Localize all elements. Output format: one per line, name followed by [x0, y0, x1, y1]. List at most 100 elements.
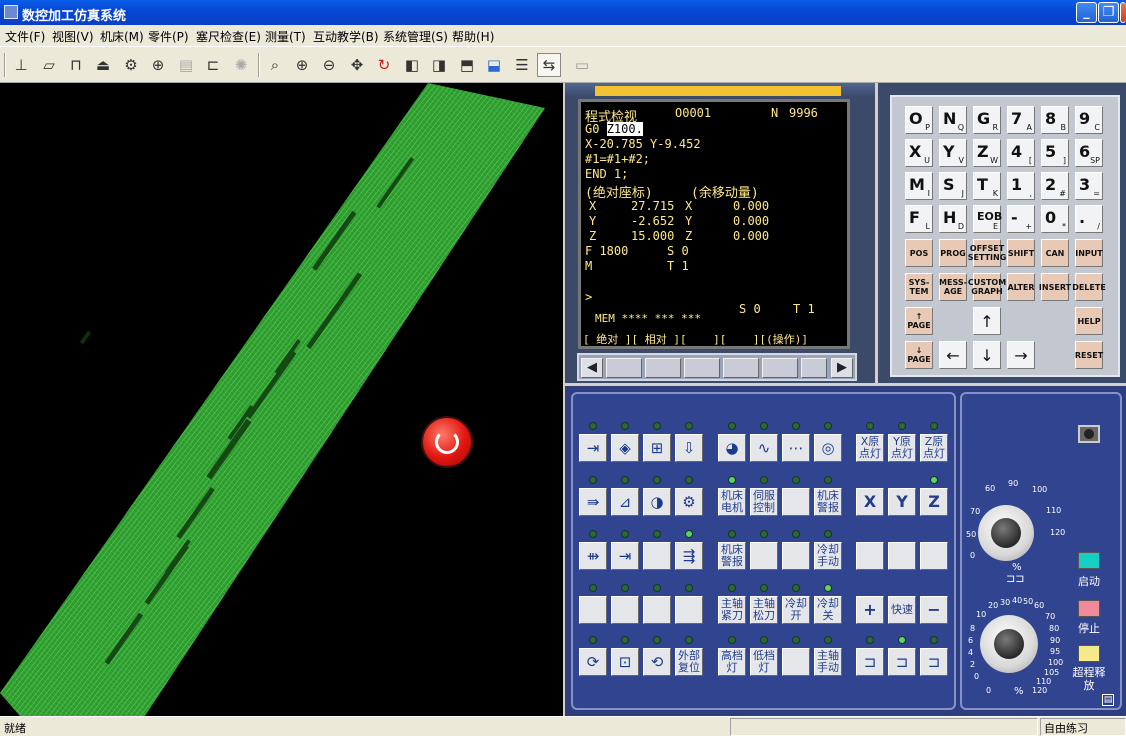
- key-message[interactable]: MESS-AGE: [939, 273, 967, 301]
- high-gear-lamp[interactable]: 高档灯: [718, 648, 746, 676]
- feed-hold-button[interactable]: ⇥: [611, 542, 639, 570]
- key-8[interactable]: 8B: [1041, 106, 1069, 134]
- display-icon[interactable]: ▭: [570, 53, 594, 77]
- key-2[interactable]: 2 #: [1041, 172, 1069, 200]
- jog-plus-button[interactable]: +: [856, 596, 884, 624]
- external-reset-button[interactable]: 外部复位: [675, 648, 703, 676]
- key-9[interactable]: 9C: [1075, 106, 1103, 134]
- key-dot[interactable]: . /: [1075, 205, 1103, 233]
- key-F[interactable]: FL: [905, 205, 933, 233]
- mode-inc-button[interactable]: ⋯: [782, 434, 810, 462]
- menu-system[interactable]: 系统管理(S): [383, 28, 448, 45]
- softkey-right-arrow[interactable]: ▶: [831, 358, 853, 378]
- zoom-out-icon[interactable]: ⊖: [317, 53, 341, 77]
- key-page-up[interactable]: ↑ PAGE: [905, 307, 933, 335]
- magnet-icon[interactable]: ⊏: [201, 53, 225, 77]
- spindle-clamp-button[interactable]: 主轴紧刀: [718, 596, 746, 624]
- key-M[interactable]: MI: [905, 172, 933, 200]
- spindle-jog-2-button[interactable]: ⊐: [888, 648, 916, 676]
- switch-icon[interactable]: ⇆: [537, 53, 561, 77]
- key-shift[interactable]: SHIFT: [1007, 239, 1035, 267]
- softkey-1[interactable]: [606, 358, 642, 378]
- spindle-override-knob[interactable]: [980, 615, 1038, 673]
- blank-button-9[interactable]: [782, 648, 810, 676]
- spindle-manual-button[interactable]: 主轴手动: [814, 648, 842, 676]
- key-O[interactable]: OP: [905, 106, 933, 134]
- key-G[interactable]: GR: [973, 106, 1001, 134]
- single-block-button[interactable]: ⇛: [579, 488, 607, 516]
- minimize-button[interactable]: _: [1076, 2, 1097, 23]
- axis-blank-1[interactable]: [856, 542, 884, 570]
- key-H[interactable]: HD: [939, 205, 967, 233]
- key-3[interactable]: 3 =: [1075, 172, 1103, 200]
- coolant-manual-button[interactable]: 冷却手动: [814, 542, 842, 570]
- blank-button-5[interactable]: [579, 596, 607, 624]
- blank-button-3[interactable]: [750, 542, 778, 570]
- feed-override-knob[interactable]: [978, 505, 1034, 561]
- key-system[interactable]: SYS-TEM: [905, 273, 933, 301]
- softkey-3[interactable]: [684, 358, 720, 378]
- key-cursor-left[interactable]: ←: [939, 341, 967, 369]
- mode-mdi-button[interactable]: ⊞: [643, 434, 671, 462]
- key-7[interactable]: 7A: [1007, 106, 1035, 134]
- mode-edit-button[interactable]: ◈: [611, 434, 639, 462]
- key-6[interactable]: 6 SP: [1075, 139, 1103, 167]
- mode-jog-button[interactable]: ∿: [750, 434, 778, 462]
- view-right-icon[interactable]: ◨: [427, 53, 451, 77]
- machine-select-icon[interactable]: ⊥: [9, 53, 33, 77]
- axis-z-button[interactable]: Z: [920, 488, 948, 516]
- key-help[interactable]: HELP: [1075, 307, 1103, 335]
- machine-alarm-button[interactable]: 机床警报: [814, 488, 842, 516]
- menu-file[interactable]: 文件(F): [5, 28, 45, 45]
- y-home-lamp[interactable]: Y原点灯: [888, 434, 916, 462]
- menu-machine[interactable]: 机床(M): [100, 28, 144, 45]
- key-N[interactable]: NQ: [939, 106, 967, 134]
- menu-feeler-check[interactable]: 塞尺检查(E): [196, 28, 261, 45]
- key-insert[interactable]: INSERT: [1039, 273, 1071, 301]
- key-0[interactable]: 0 *: [1041, 205, 1069, 233]
- key-custom-graph[interactable]: CUSTOM GRAPH: [968, 273, 1006, 301]
- blank-button-6[interactable]: [611, 596, 639, 624]
- key-prog[interactable]: PROG: [939, 239, 967, 267]
- panel-toggle-icon[interactable]: ▤: [1102, 694, 1114, 706]
- key-1[interactable]: 1,: [1007, 172, 1035, 200]
- key-delete[interactable]: DELETE: [1072, 273, 1106, 301]
- softkey-4[interactable]: [723, 358, 759, 378]
- key-minus[interactable]: - +: [1007, 205, 1035, 233]
- z-home-lamp[interactable]: Z原点灯: [920, 434, 948, 462]
- menu-help[interactable]: 帮助(H): [452, 28, 494, 45]
- rapid-button[interactable]: 快速: [888, 596, 916, 624]
- softkey-2[interactable]: [645, 358, 681, 378]
- menu-part[interactable]: 零件(P): [148, 28, 189, 45]
- spindle-cw-button[interactable]: ⟳: [579, 648, 607, 676]
- spindle-ccw-button[interactable]: ⟲: [643, 648, 671, 676]
- close-button[interactable]: [1120, 2, 1126, 23]
- key-switch[interactable]: [1078, 425, 1100, 443]
- coolant-on-button[interactable]: 冷却开: [782, 596, 810, 624]
- spindle-jog-3-button[interactable]: ⊐: [920, 648, 948, 676]
- mode-auto-button[interactable]: ⇥: [579, 434, 607, 462]
- rotate-icon[interactable]: ↻: [372, 53, 396, 77]
- view-left-icon[interactable]: ◧: [400, 53, 424, 77]
- key-X[interactable]: XU: [905, 139, 933, 167]
- zoom-window-icon[interactable]: ⌕: [263, 53, 287, 77]
- key-cursor-right[interactable]: →: [1007, 341, 1035, 369]
- spindle-release-button[interactable]: 主轴松刀: [750, 596, 778, 624]
- menu-teaching[interactable]: 互动教学(B): [313, 28, 379, 45]
- key-page-down[interactable]: ↓ PAGE: [905, 341, 933, 369]
- blank-button-1[interactable]: [782, 488, 810, 516]
- key-cursor-up[interactable]: ↑: [973, 307, 1001, 335]
- light-icon[interactable]: ✺: [229, 53, 253, 77]
- x-home-lamp[interactable]: X原点灯: [856, 434, 884, 462]
- key-EOB[interactable]: EOB E: [973, 205, 1002, 233]
- stock-define-icon[interactable]: ▱: [37, 53, 61, 77]
- servo-control-button[interactable]: 伺服控制: [750, 488, 778, 516]
- axis-x-button[interactable]: X: [856, 488, 884, 516]
- overtravel-release-button[interactable]: [1078, 645, 1100, 662]
- emergency-stop-button[interactable]: [421, 416, 473, 468]
- machine-motor-button[interactable]: 机床电机: [718, 488, 746, 516]
- tool-measure-icon[interactable]: ▤: [174, 53, 198, 77]
- zoom-in-icon[interactable]: ⊕: [290, 53, 314, 77]
- key-S[interactable]: SJ: [939, 172, 967, 200]
- key-alter[interactable]: ALTER: [1007, 273, 1035, 301]
